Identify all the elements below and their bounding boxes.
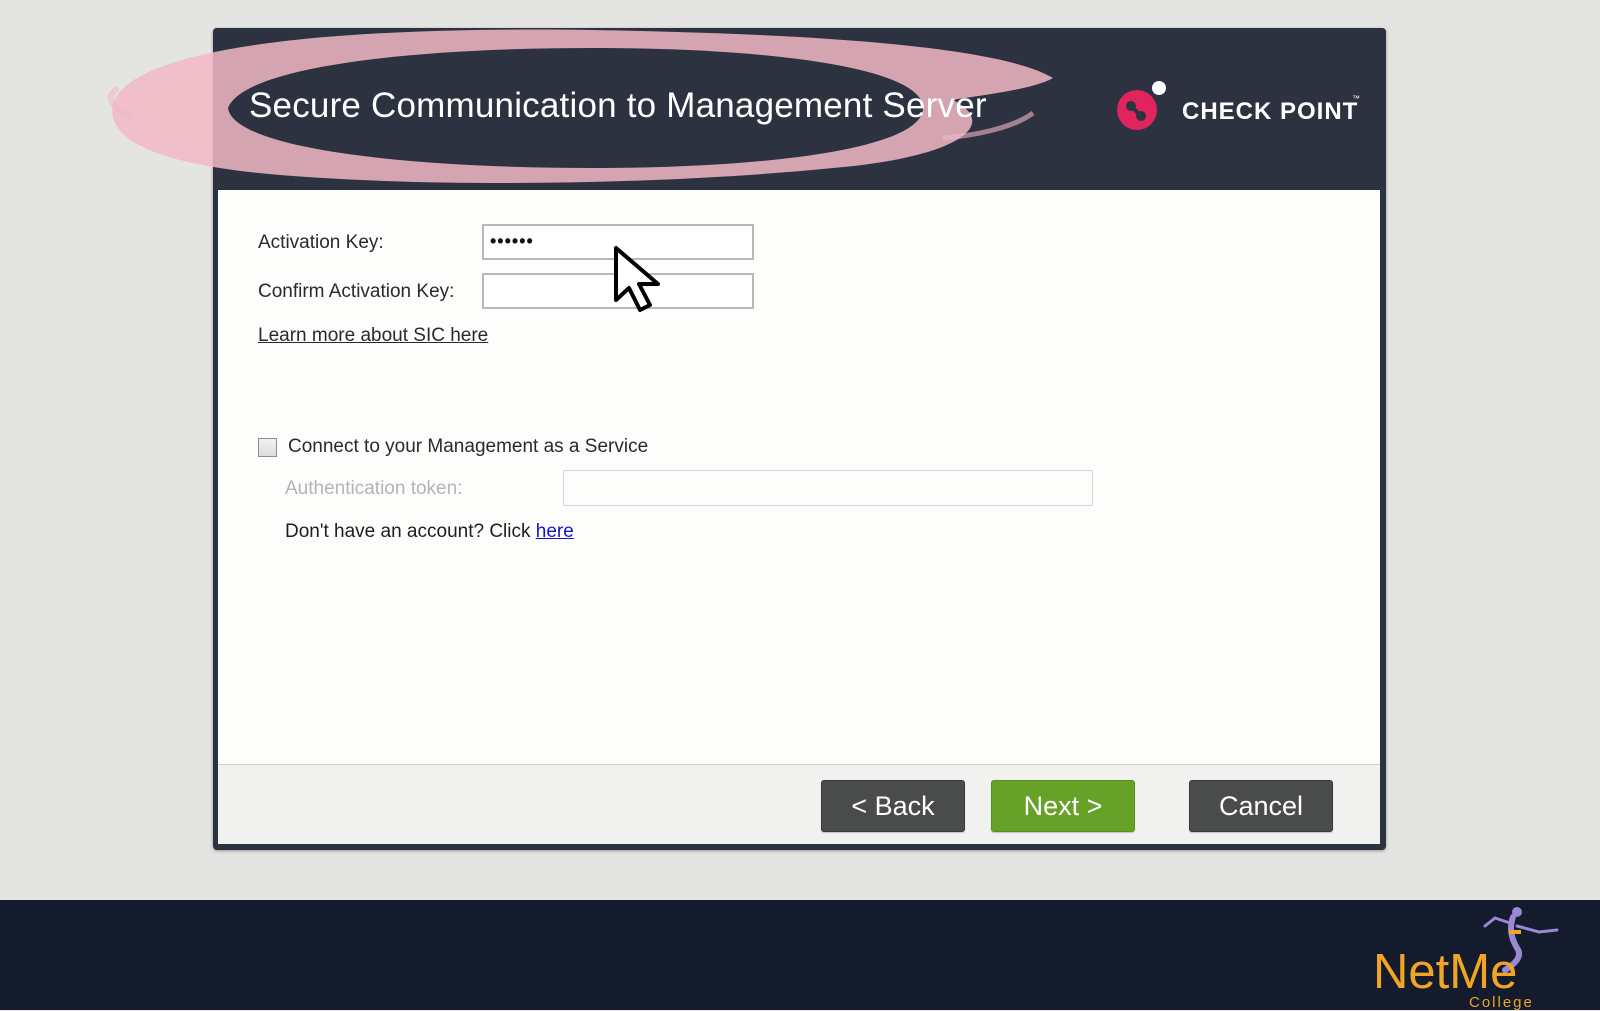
maas-checkbox[interactable] xyxy=(258,438,277,457)
cancel-button[interactable]: Cancel xyxy=(1189,780,1333,832)
create-account-link[interactable]: here xyxy=(536,521,574,542)
mouse-pointer-icon xyxy=(614,246,660,312)
confirm-activation-key-label: Confirm Activation Key: xyxy=(258,281,455,302)
dialog-title: Secure Communication to Management Serve… xyxy=(249,86,987,125)
auth-token-input[interactable] xyxy=(563,470,1093,506)
check-point-logo-icon xyxy=(1117,81,1166,130)
netme-college-logo: NetMe College xyxy=(1370,907,1580,1011)
maas-checkbox-label[interactable]: Connect to your Management as a Service xyxy=(288,436,648,458)
no-account-prompt: Don't have an account? Click xyxy=(285,521,536,542)
dialog-header: Secure Communication to Management Serve… xyxy=(107,28,1386,190)
dialog-footer: < Back Next > Cancel xyxy=(218,764,1380,844)
dialog-content: Activation Key: •••••• Confirm Activatio… xyxy=(218,190,1380,764)
brand-name: NetMe xyxy=(1373,945,1518,999)
learn-more-sic-link[interactable]: Learn more about SIC here xyxy=(258,325,488,347)
next-button[interactable]: Next > xyxy=(991,780,1135,832)
sic-dialog: Secure Communication to Management Serve… xyxy=(107,28,1386,850)
check-point-logo: CHECK POINT ™ xyxy=(1115,80,1365,140)
bottom-banner: NetMe College xyxy=(0,900,1600,1011)
logo-text: CHECK POINT xyxy=(1182,98,1359,125)
auth-token-label: Authentication token: xyxy=(285,478,463,499)
no-account-text: Don't have an account? Click here xyxy=(285,521,574,543)
brand-subtitle: College xyxy=(1469,994,1534,1011)
back-button[interactable]: < Back xyxy=(821,780,965,832)
logo-trademark: ™ xyxy=(1352,94,1360,103)
activation-key-label: Activation Key: xyxy=(258,232,384,253)
